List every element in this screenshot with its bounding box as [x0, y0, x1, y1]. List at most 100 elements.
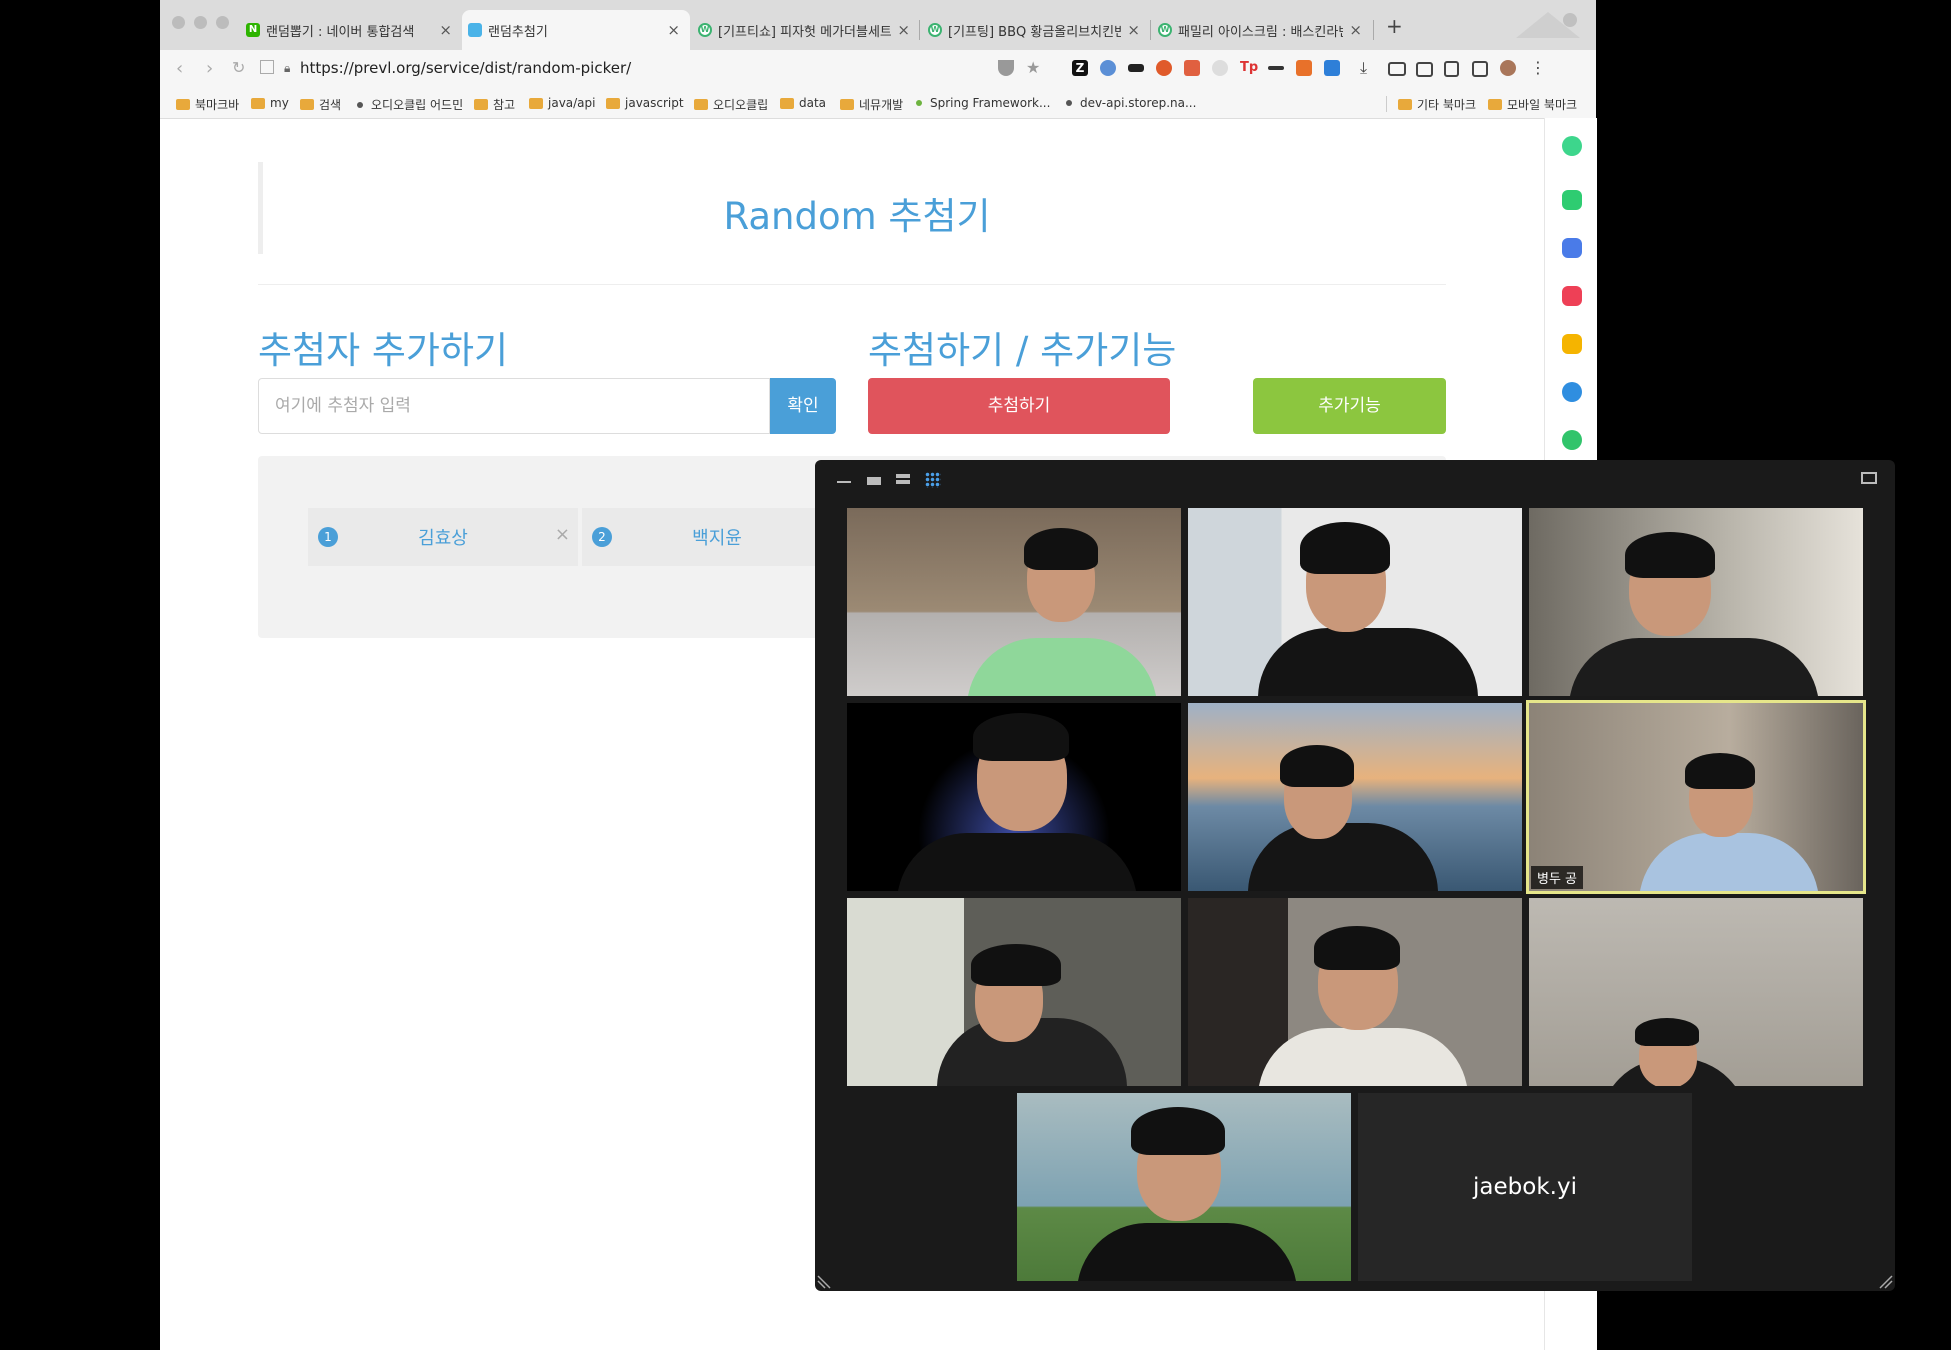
resize-handle-icon[interactable] [1879, 1275, 1893, 1289]
page-title: Random 추첨기 [723, 195, 991, 238]
notification-icon[interactable] [1562, 190, 1582, 210]
resize-handle-icon[interactable] [817, 1275, 831, 1289]
other-bookmarks-folder[interactable]: 기타 북마크 [1398, 96, 1476, 113]
video-tile[interactable] [1529, 508, 1863, 696]
close-tab-icon[interactable]: × [1127, 21, 1140, 39]
bookmark-folder[interactable]: data [780, 96, 826, 110]
glasses-extension-icon[interactable] [1128, 64, 1144, 72]
bookmark-folder[interactable]: javascript [606, 96, 684, 110]
tab-giftishow[interactable]: W [기프티쇼] 피자헛 메가더블세트... × [692, 10, 920, 50]
video-tile[interactable] [1017, 1093, 1351, 1281]
tab-naver-search[interactable]: N 랜덤뽑기 : 네이버 통합검색 × [240, 10, 462, 50]
video-tile[interactable] [1188, 898, 1522, 1086]
tp-extension-icon[interactable]: Tp [1240, 60, 1258, 76]
participant-hair [1131, 1107, 1225, 1155]
strip-view-icon[interactable] [896, 474, 910, 486]
forward-icon[interactable]: › [206, 58, 213, 79]
extra-features-button[interactable]: 추가기능 [1253, 378, 1446, 434]
remove-participant-icon[interactable]: × [555, 524, 570, 545]
video-tile[interactable] [847, 703, 1181, 891]
trello-extension-icon[interactable] [1324, 60, 1340, 76]
bookmark-folder[interactable]: 검색 [300, 96, 341, 113]
confirm-button[interactable]: 확인 [770, 378, 836, 434]
info-icon[interactable] [1444, 61, 1459, 77]
commit-extension-icon[interactable] [1268, 66, 1284, 70]
tab-gifting[interactable]: W [기프팅] BBQ 황금올리브치킨반... × [922, 10, 1150, 50]
draw-button[interactable]: 추첨하기 [868, 378, 1170, 434]
close-light[interactable] [172, 16, 185, 29]
shield-icon[interactable] [998, 60, 1014, 76]
link-dot-icon [1066, 100, 1072, 106]
bookmark-link[interactable]: 오디오클립 어드민 [357, 96, 463, 113]
minimize-light[interactable] [194, 16, 207, 29]
tab-baskin[interactable]: W 패밀리 아이스크림 : 배스킨라빈스...× [1152, 10, 1372, 50]
compass-extension-icon[interactable] [1100, 60, 1116, 76]
bookmark-folder[interactable]: 참고 [474, 96, 515, 113]
folder-icon [1398, 99, 1412, 110]
new-tab-icon[interactable]: + [1386, 14, 1403, 38]
speaker-view-icon[interactable] [867, 477, 881, 485]
video-tile[interactable] [1188, 508, 1522, 696]
participant-hair [1300, 522, 1390, 574]
spring-icon [916, 100, 922, 106]
sidebar-toggle-icon[interactable] [1472, 61, 1488, 77]
zoom-light[interactable] [216, 16, 229, 29]
participant-input[interactable] [258, 378, 770, 434]
folder-icon [251, 97, 265, 109]
bookmark-folder[interactable]: 북마크바 [176, 96, 239, 113]
home-icon[interactable] [260, 60, 274, 74]
translate-icon[interactable] [1562, 382, 1582, 402]
close-tab-icon[interactable]: × [439, 21, 452, 39]
bookmark-folder[interactable]: 오디오클립 [694, 96, 768, 113]
bookmark-folder[interactable]: java/api [529, 96, 596, 110]
twitter-bird-icon [1516, 12, 1580, 38]
menu-icon[interactable]: ⋮ [1530, 60, 1546, 76]
minimize-icon[interactable] [837, 473, 851, 483]
participant-hair [1314, 926, 1400, 970]
video-tile-active-speaker[interactable]: 병두 공 [1526, 700, 1866, 894]
bookmark-folder[interactable]: 네뮤개발 [840, 96, 903, 113]
tab-random-picker[interactable]: 랜덤추첨기 × [462, 10, 690, 50]
participant-body [1258, 628, 1478, 696]
participant-hair [1685, 753, 1755, 789]
fullscreen-icon[interactable] [1861, 472, 1877, 484]
download-icon[interactable]: ⤓ [1360, 60, 1376, 76]
bookmark-link[interactable]: Spring Framework... [916, 96, 1050, 110]
video-tile-camera-off[interactable]: jaebok.yi [1358, 1093, 1692, 1281]
close-tab-icon[interactable]: × [897, 21, 910, 39]
network-extension-icon[interactable] [1184, 60, 1200, 76]
video-tile[interactable] [1529, 898, 1863, 1086]
back-icon[interactable]: ‹ [176, 58, 183, 79]
bookmark-separator [1386, 96, 1387, 112]
camera-icon[interactable] [1416, 62, 1433, 77]
video-tile[interactable] [1188, 703, 1522, 891]
calendar-icon[interactable] [1562, 238, 1582, 258]
close-tab-icon[interactable]: × [667, 21, 680, 39]
timer-extension-icon[interactable] [1212, 60, 1228, 76]
address-bar[interactable]: https://prevl.org/service/dist/random-pi… [300, 59, 631, 77]
participant-hair [971, 944, 1061, 986]
close-tab-icon[interactable]: × [1349, 21, 1362, 39]
baskin-icon: W [1158, 23, 1172, 37]
video-extension-icon[interactable] [1388, 62, 1406, 76]
participant-chip: 1 김효상 × [308, 508, 578, 566]
reload-icon[interactable]: ↻ [232, 58, 245, 77]
bookmark-link[interactable]: dev-api.storep.na... [1066, 96, 1196, 110]
window-controls [172, 16, 229, 29]
star-icon[interactable]: ★ [1026, 60, 1042, 76]
whale-green-icon[interactable] [1562, 136, 1582, 156]
profile-avatar-icon[interactable] [1500, 60, 1516, 76]
folder-icon [1488, 99, 1502, 110]
rx-extension-icon[interactable] [1296, 60, 1312, 76]
bookmark-folder[interactable]: my [251, 96, 289, 110]
orange-extension-icon[interactable] [1156, 60, 1172, 76]
video-tile[interactable] [847, 508, 1181, 696]
favorite-icon[interactable] [1562, 334, 1582, 354]
gallery-view-icon[interactable] [925, 472, 941, 488]
video-tile[interactable] [847, 898, 1181, 1086]
pocket-icon[interactable] [1562, 286, 1582, 306]
z-extension-icon[interactable]: Z [1072, 60, 1088, 76]
mobile-bookmarks-folder[interactable]: 모바일 북마크 [1488, 96, 1577, 113]
play-icon[interactable] [1562, 430, 1582, 450]
participant-name: 백지윤 [692, 528, 742, 549]
